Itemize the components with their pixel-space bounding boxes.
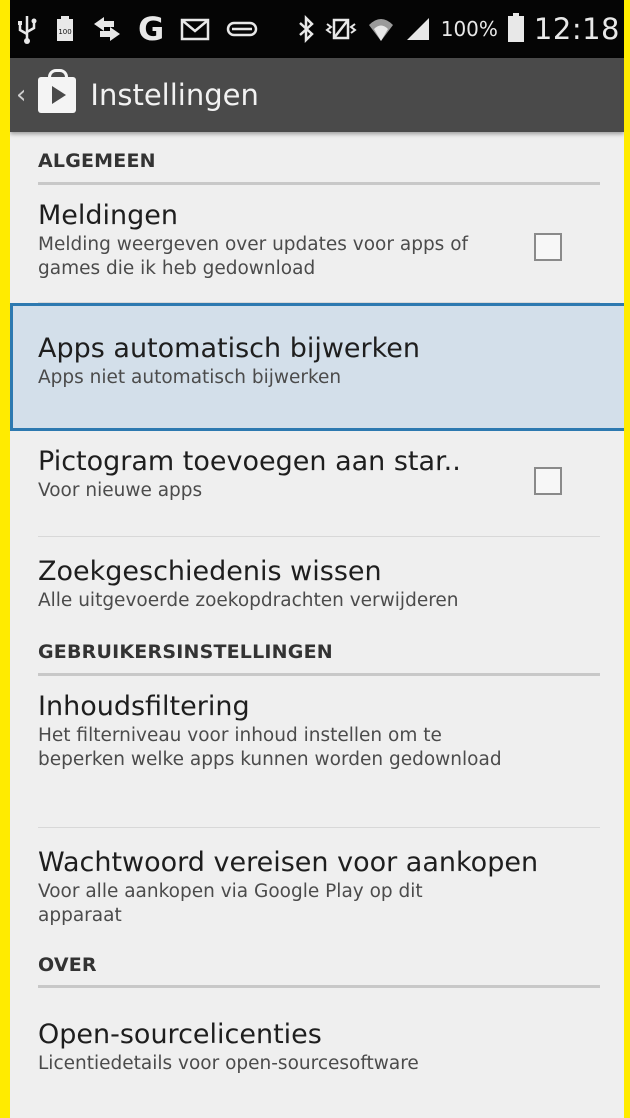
setting-licenses[interactable]: Open-sourcelicenties Licentiedetails voo…: [38, 988, 600, 1088]
voicemail-icon: [226, 19, 258, 39]
gmail-icon: [180, 17, 210, 41]
section-header-user: GEBRUIKERSINSTELLINGEN: [38, 633, 600, 676]
system-icons: 100% 12:18: [297, 12, 620, 46]
action-bar: ‹ Instellingen: [10, 58, 624, 132]
status-bar: 100 G 100% 12:18: [10, 0, 624, 58]
battery-100-icon: 100: [54, 14, 76, 44]
section-header-about: OVER: [38, 948, 600, 988]
setting-subtitle: Voor alle aankopen via Google Play op di…: [38, 881, 423, 926]
setting-title: Pictogram toevoegen aan star..: [38, 446, 461, 477]
setting-title: Meldingen: [38, 200, 179, 231]
play-triangle-icon: [52, 86, 67, 104]
setting-notifications[interactable]: Meldingen Melding weergeven over updates…: [38, 185, 600, 303]
back-chevron-icon[interactable]: ‹: [16, 80, 26, 110]
setting-auto-update[interactable]: Apps automatisch bijwerken Apps niet aut…: [10, 303, 624, 431]
setting-subtitle: Het filterniveau voor inhoud instellen o…: [38, 725, 502, 770]
setting-title: Zoekgeschiedenis wissen: [38, 556, 382, 587]
add-icon-checkbox[interactable]: [534, 467, 562, 495]
usb-icon: [16, 14, 38, 44]
setting-title: Inhoudsfiltering: [38, 691, 250, 722]
signal-icon: [405, 16, 431, 42]
setting-title: Apps automatisch bijwerken: [38, 333, 421, 364]
transfer-icon: [92, 16, 122, 42]
play-store-icon[interactable]: [38, 69, 77, 113]
notification-icons: 100 G: [16, 13, 297, 45]
setting-subtitle: Licentiedetails voor open-sourcesoftware: [38, 1053, 419, 1074]
battery-percent: 100%: [440, 17, 498, 41]
setting-require-password[interactable]: Wachtwoord vereisen voor aankopen Voor a…: [38, 828, 600, 948]
page-title: Instellingen: [90, 78, 259, 112]
setting-content-filter[interactable]: Inhoudsfiltering Het filterniveau voor i…: [38, 676, 600, 828]
setting-subtitle: Voor nieuwe apps: [38, 480, 203, 501]
vibrate-icon: [325, 16, 357, 42]
svg-text:100: 100: [58, 28, 71, 36]
setting-subtitle: Melding weergeven over updates voor apps…: [38, 234, 469, 279]
phone-screen: 100 G 100% 12:18 ‹ Instellingen ALGEMEEN…: [10, 0, 624, 1118]
setting-title: Wachtwoord vereisen voor aankopen: [38, 847, 539, 878]
setting-clear-history[interactable]: Zoekgeschiedenis wissen Alle uitgevoerde…: [38, 537, 600, 633]
battery-icon: [507, 13, 524, 42]
google-g-icon: G: [138, 10, 165, 48]
notifications-checkbox[interactable]: [534, 233, 562, 261]
setting-subtitle: Alle uitgevoerde zoekopdrachten verwijde…: [38, 590, 459, 611]
wifi-icon: [367, 15, 395, 43]
setting-add-icon[interactable]: Pictogram toevoegen aan star.. Voor nieu…: [38, 431, 600, 537]
settings-list: ALGEMEEN Meldingen Melding weergeven ove…: [10, 132, 624, 1088]
clock: 12:18: [533, 12, 620, 46]
section-header-general: ALGEMEEN: [38, 132, 600, 185]
setting-subtitle: Apps niet automatisch bijwerken: [38, 367, 342, 388]
bluetooth-icon: [297, 15, 315, 43]
setting-title: Open-sourcelicenties: [38, 1019, 322, 1050]
